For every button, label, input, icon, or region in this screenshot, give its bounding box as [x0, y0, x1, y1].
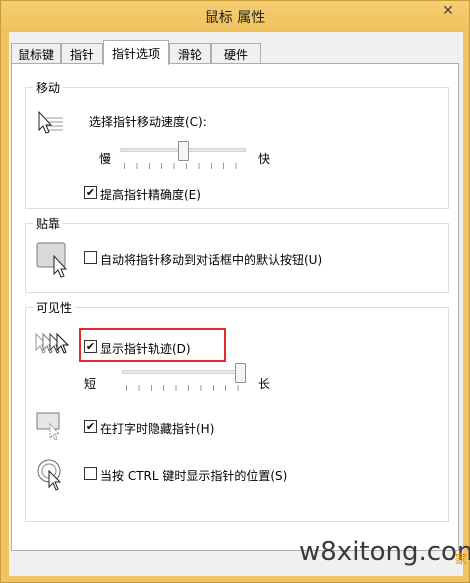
motion-legend: 移动 — [33, 79, 64, 96]
dialog-client-area: 鼠标键 指针 指针选项 滑轮 硬件 移动 选择指针移动速度(C): 慢 快 ✔ … — [9, 32, 463, 576]
slow-label: 慢 — [99, 152, 112, 166]
pointer-options-panel: 移动 选择指针移动速度(C): 慢 快 ✔ 提高指针精确度(E) 贴靠 自动将指… — [11, 63, 459, 551]
hide-while-typing-icon — [36, 412, 61, 441]
visibility-group: 可见性 ✔ 显示指针轨迹(D) 短 长 ✔ 在打字时隐藏指针(H) 当按 CTR… — [25, 299, 449, 522]
speed-slider-ticks — [124, 163, 244, 169]
snap-label: 自动将指针移动到对话框中的默认按钮(U) — [100, 253, 323, 267]
hide-typing-label: 在打字时隐藏指针(H) — [100, 422, 215, 436]
close-button[interactable]: ✕ — [433, 1, 463, 21]
tab-hardware[interactable]: 硬件 — [211, 43, 261, 64]
trail-length-slider-ticks — [126, 385, 246, 391]
long-label: 长 — [258, 377, 271, 391]
mouse-properties-window: 鼠标 属性 ✕ 鼠标键 指针 指针选项 滑轮 硬件 移动 选择指针移动速度(C)… — [0, 0, 470, 583]
trail-length-slider-track[interactable] — [122, 370, 246, 374]
tab-wheel[interactable]: 滑轮 — [169, 43, 211, 64]
precision-checkbox[interactable]: ✔ — [84, 186, 97, 199]
hide-typing-checkbox[interactable]: ✔ — [84, 420, 97, 433]
watermark-suffix: 家 — [455, 552, 468, 566]
fast-label: 快 — [258, 152, 271, 166]
check-icon: ✔ — [85, 420, 96, 433]
trail-length-slider-thumb[interactable] — [235, 363, 246, 383]
tab-pointers[interactable]: 指针 — [61, 43, 103, 64]
tab-pointer-options[interactable]: 指针选项 — [103, 40, 169, 65]
snap-checkbox[interactable] — [84, 251, 97, 264]
motion-group: 移动 选择指针移动速度(C): 慢 快 ✔ 提高指针精确度(E) — [25, 79, 449, 209]
show-location-label: 当按 CTRL 键时显示指针的位置(S) — [100, 469, 288, 483]
title-bar[interactable]: 鼠标 属性 ✕ — [1, 1, 469, 32]
speed-slider-thumb[interactable] — [178, 141, 189, 161]
watermark-text: w8xitong.com — [299, 537, 470, 567]
snap-group: 贴靠 自动将指针移动到对话框中的默认按钮(U) — [25, 215, 449, 293]
close-icon: ✕ — [442, 3, 454, 19]
pointer-speed-icon — [38, 110, 63, 134]
show-location-icon — [37, 459, 62, 491]
tab-buttons[interactable]: 鼠标键 — [11, 43, 61, 64]
visibility-legend: 可见性 — [33, 299, 76, 316]
precision-label: 提高指针精确度(E) — [100, 188, 201, 202]
short-label: 短 — [84, 377, 97, 391]
pointer-trails-icon — [35, 332, 70, 354]
window-title: 鼠标 属性 — [204, 10, 266, 26]
speed-label: 选择指针移动速度(C): — [89, 115, 207, 129]
snap-legend: 贴靠 — [33, 215, 64, 232]
show-location-checkbox[interactable] — [84, 467, 97, 480]
check-icon: ✔ — [85, 186, 96, 199]
trails-highlight-box — [79, 328, 226, 362]
snap-to-button-icon — [36, 242, 68, 278]
